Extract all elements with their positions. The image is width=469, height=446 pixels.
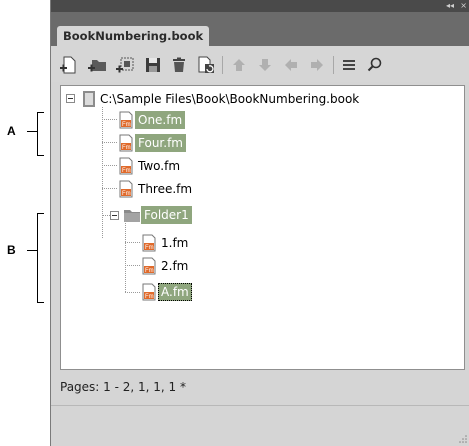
fm-file-icon: Fm: [119, 134, 133, 152]
tab-strip: BookNumbering.book: [51, 12, 469, 46]
tree-item-one-fm[interactable]: Fm One.fm: [117, 110, 186, 130]
move-up-icon[interactable]: [229, 55, 249, 75]
tree-item-1-fm[interactable]: Fm 1.fm: [140, 233, 191, 253]
tree-root-label: C:\Sample Files\Book\BookNumbering.book: [100, 92, 360, 106]
callout-b-bracket: [37, 213, 44, 303]
svg-text:Fm: Fm: [122, 168, 131, 174]
callout-b-label: B: [7, 243, 16, 257]
tree-folder-label: Folder1: [141, 206, 192, 224]
tree-item-three-fm[interactable]: Fm Three.fm: [117, 179, 195, 199]
tree-connector: [102, 165, 117, 166]
close-icon[interactable]: ×: [460, 0, 467, 12]
tree-item-label: 1.fm: [161, 236, 189, 250]
tree-item-two-fm[interactable]: Fm Two.fm: [117, 156, 183, 176]
status-pages: Pages: 1 - 2, 1, 1, 1 *: [60, 380, 186, 394]
fm-file-icon: Fm: [119, 111, 133, 129]
search-icon[interactable]: [365, 55, 385, 75]
save-icon[interactable]: [143, 55, 163, 75]
tree-item-label: Two.fm: [138, 159, 181, 173]
book-panel: ◂◂ × BookNumbering.book C:\Sample Files\…: [50, 0, 469, 446]
move-left-icon[interactable]: [281, 55, 301, 75]
svg-text:Fm: Fm: [122, 122, 131, 128]
tree-item-a-fm[interactable]: Fm A.fm: [140, 282, 192, 302]
resize-grip-icon[interactable]: [459, 435, 467, 443]
tree-item-label: A.fm: [158, 283, 192, 301]
tree-item-2-fm[interactable]: Fm 2.fm: [140, 256, 191, 276]
tree-item-four-fm[interactable]: Fm Four.fm: [117, 133, 186, 153]
svg-text:Fm: Fm: [122, 191, 131, 197]
book-tree: C:\Sample Files\Book\BookNumbering.book …: [60, 85, 465, 370]
collapse-icon[interactable]: ◂◂: [446, 0, 454, 12]
tree-connector: [102, 119, 117, 120]
tab-booknumbering[interactable]: BookNumbering.book: [57, 26, 210, 46]
tree-connector: [125, 265, 140, 266]
tree-connector: [125, 292, 140, 293]
add-group-icon[interactable]: [115, 55, 135, 75]
delete-icon[interactable]: [169, 55, 189, 75]
svg-text:Fm: Fm: [145, 294, 154, 300]
svg-text:Fm: Fm: [145, 245, 154, 251]
tree-connector: [102, 188, 117, 189]
tree-item-label: One.fm: [135, 111, 186, 129]
callout-a-bracket: [37, 112, 44, 156]
fm-file-icon: Fm: [142, 234, 156, 252]
add-file-icon[interactable]: [59, 55, 79, 75]
tree-connector: [125, 242, 140, 243]
tree-item-label: Four.fm: [135, 134, 186, 152]
svg-text:Fm: Fm: [122, 145, 131, 151]
callout-a-tick: [27, 131, 37, 132]
tree-item-label: Three.fm: [138, 182, 193, 196]
fm-file-icon: Fm: [142, 257, 156, 275]
fm-file-icon: Fm: [119, 157, 133, 175]
book-icon: [83, 91, 95, 107]
panel-menu-icon[interactable]: [339, 55, 359, 75]
callout-a-label: A: [7, 124, 16, 138]
tree-connector: [125, 223, 126, 292]
panel-titlebar: ◂◂ ×: [51, 0, 469, 12]
folder-collapse-toggle[interactable]: [110, 211, 119, 220]
tree-connector: [102, 142, 117, 143]
move-right-icon[interactable]: [307, 55, 327, 75]
update-book-icon[interactable]: [196, 55, 216, 75]
toolbar: [51, 46, 469, 82]
svg-text:Fm: Fm: [145, 268, 154, 274]
root-collapse-toggle[interactable]: [66, 94, 75, 103]
move-down-icon[interactable]: [255, 55, 275, 75]
tree-item-label: 2.fm: [161, 259, 189, 273]
toolbar-separator: [222, 56, 223, 74]
bottom-divider: [51, 405, 469, 406]
callout-b-tick: [27, 250, 37, 251]
fm-file-icon: Fm: [142, 283, 156, 301]
fm-file-icon: Fm: [119, 180, 133, 198]
tree-connector: [102, 215, 110, 216]
tree-connector: [102, 107, 103, 238]
tree-root-row[interactable]: C:\Sample Files\Book\BookNumbering.book: [81, 89, 362, 109]
folder-icon: [124, 210, 140, 222]
add-folder-icon[interactable]: [87, 55, 107, 75]
toolbar-separator-2: [333, 56, 334, 74]
tree-folder-folder1[interactable]: Folder1: [123, 205, 192, 225]
